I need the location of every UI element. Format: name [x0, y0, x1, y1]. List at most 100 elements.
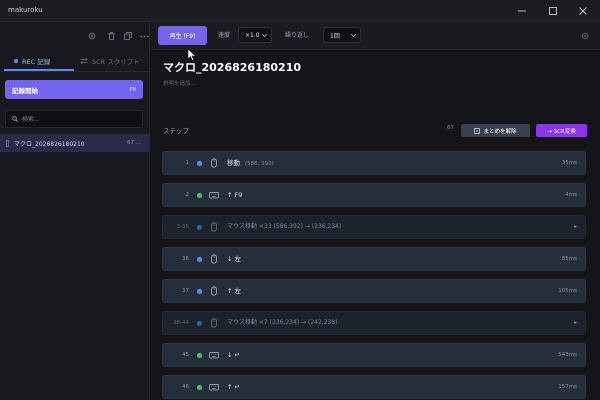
- step-row[interactable]: 45 ↓ ↵ 543ms: [162, 343, 586, 367]
- trash-icon: [108, 32, 114, 40]
- mouse-icon: [211, 286, 217, 296]
- duplicate-button[interactable]: [122, 30, 134, 42]
- sidebar: REC 記録 SCR スクリプト 記録開始 F8 マクロ_20268261802…: [0, 22, 150, 400]
- macro-title[interactable]: マクロ_2026826180210: [163, 59, 301, 75]
- step-action: ↑ 左: [227, 287, 242, 295]
- title-bar: makuroku: [0, 0, 600, 22]
- close-button[interactable]: [577, 5, 589, 17]
- step-group-label: マウス移動 ×7 (236,234) → (242,238): [227, 319, 338, 326]
- step-label: ↓ 左: [227, 248, 241, 270]
- settings-button[interactable]: [86, 30, 98, 42]
- steps-heading: ステップ: [163, 127, 189, 135]
- repeat-value: 1回: [330, 32, 340, 40]
- close-icon: [579, 7, 587, 15]
- step-index: 1: [185, 160, 190, 166]
- maximize-icon: [549, 7, 557, 15]
- step-row[interactable]: 1 移動 (586, 392) 35ms: [162, 151, 586, 175]
- step-group-label: マウス移動 ×33 (586,392) → (236,234): [227, 223, 342, 230]
- search-icon: [12, 116, 18, 122]
- ungroup-button[interactable]: まとめを解除: [461, 124, 530, 137]
- search-input[interactable]: [22, 115, 132, 123]
- speed-select[interactable]: ×1.0: [238, 27, 272, 43]
- step-type-dot: [197, 385, 202, 390]
- step-row[interactable]: 2 ↑ F9 4ms: [162, 183, 586, 207]
- step-index: 45: [182, 352, 189, 358]
- step-duration: 35ms: [561, 160, 577, 166]
- macro-list-item[interactable]: マクロ_2026826180210 67 ...: [0, 134, 149, 152]
- step-action: ↑ F9: [227, 191, 243, 199]
- step-type-dot: [197, 353, 202, 358]
- chevron-down-icon: [262, 33, 267, 37]
- speed-value: ×1.0: [245, 31, 260, 39]
- tab-rec-label: REC 記録: [22, 58, 51, 66]
- app-title: makuroku: [8, 6, 43, 14]
- step-type-dot: [197, 257, 202, 262]
- convert-to-script-button[interactable]: → SCR変換: [536, 124, 587, 137]
- expand-icon[interactable]: ▸: [574, 312, 577, 334]
- macro-icon: [6, 139, 9, 147]
- step-index: 36: [182, 256, 189, 262]
- shortcut-hint: F8: [129, 86, 136, 93]
- mouse-icon: [211, 222, 217, 232]
- step-duration: 105ms: [558, 288, 577, 294]
- playback-settings-button[interactable]: [579, 30, 591, 42]
- main-panel: 再生 (F9) 速度 ×1.0 繰り返し 1回 マクロ_202682618021…: [151, 22, 600, 400]
- chevron-down-icon: [351, 33, 356, 37]
- tab-scr-label: SCR スクリプト: [92, 58, 140, 66]
- search-box: [5, 110, 143, 128]
- step-action: 移動: [227, 159, 240, 167]
- step-type-dot: [197, 225, 202, 230]
- more-icon: [139, 35, 149, 37]
- step-index: 3-35: [176, 224, 189, 230]
- start-recording-button[interactable]: 記録開始 F8: [5, 80, 143, 99]
- macro-name: マクロ_2026826180210: [14, 140, 85, 148]
- step-action: ↓ ↵: [227, 351, 240, 359]
- step-row[interactable]: 46 ↑ ↵ 157ms: [162, 375, 586, 399]
- settings-icon: [88, 32, 96, 40]
- keyboard-icon: [209, 192, 219, 199]
- mouse-icon: [211, 254, 217, 264]
- step-duration: 85ms: [561, 256, 577, 262]
- copy-icon: [124, 32, 132, 40]
- step-type-dot: [197, 193, 202, 198]
- more-button[interactable]: [138, 30, 149, 42]
- play-button[interactable]: 再生 (F9): [158, 26, 207, 45]
- step-row[interactable]: 36 ↓ 左 85ms: [162, 247, 586, 271]
- macro-step-count: 67 ...: [127, 140, 141, 146]
- delete-button[interactable]: [105, 30, 117, 42]
- settings-icon: [581, 32, 589, 40]
- minimize-button[interactable]: [516, 5, 528, 17]
- step-index: 37: [182, 288, 189, 294]
- step-action: ↓ 左: [227, 255, 242, 263]
- minimize-icon: [518, 10, 526, 12]
- macro-description-field[interactable]: 説明を追加...: [163, 79, 196, 87]
- step-index: 46: [182, 384, 189, 390]
- tab-scr[interactable]: SCR スクリプト: [80, 54, 140, 68]
- step-row[interactable]: 37 ↑ 左 105ms: [162, 279, 586, 303]
- maximize-button[interactable]: [547, 5, 559, 17]
- ungroup-label: まとめを解除: [483, 128, 517, 135]
- repeat-label: 繰り返し: [285, 32, 310, 39]
- mouse-icon: [211, 158, 217, 168]
- step-label: ↑ F9: [227, 184, 242, 206]
- step-duration: 4ms: [565, 192, 577, 198]
- expand-icon[interactable]: ▸: [574, 216, 577, 238]
- step-index: 38-44: [173, 320, 189, 326]
- keyboard-icon: [209, 352, 219, 359]
- tab-divider: [0, 71, 149, 72]
- step-group-row[interactable]: 3-35 マウス移動 ×33 (586,392) → (236,234) ▸: [162, 215, 586, 239]
- step-label: ↑ ↵: [227, 376, 240, 398]
- step-duration: 157ms: [558, 384, 577, 390]
- step-coordinates: (586, 392): [245, 161, 274, 167]
- ungroup-icon: [474, 127, 481, 134]
- start-recording-label: 記録開始: [12, 86, 38, 95]
- tab-rec[interactable]: REC 記録: [14, 54, 50, 68]
- keyboard-icon: [209, 384, 219, 391]
- step-type-dot: [197, 289, 202, 294]
- playback-toolbar: 再生 (F9) 速度 ×1.0 繰り返し 1回: [151, 22, 600, 50]
- speed-label: 速度: [218, 32, 231, 39]
- record-dot-icon: [14, 59, 18, 63]
- step-label: ↓ ↵: [227, 344, 240, 366]
- step-group-row[interactable]: 38-44 マウス移動 ×7 (236,234) → (242,238) ▸: [162, 311, 586, 335]
- repeat-select[interactable]: 1回: [323, 27, 361, 43]
